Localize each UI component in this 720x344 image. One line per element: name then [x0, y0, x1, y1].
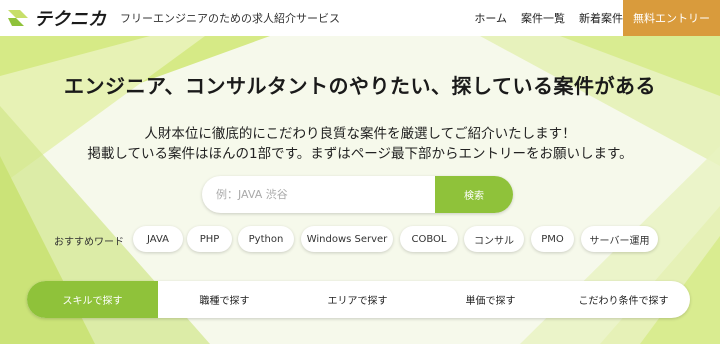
logo-text: テクニカ [34, 9, 106, 30]
main-nav: ホーム 案件一覧 新着案件 [460, 0, 623, 36]
keyword-chip-python[interactable]: Python [238, 226, 294, 252]
search-button[interactable]: 検索 [435, 176, 513, 213]
tab-search-by-skill[interactable]: スキルで探す [27, 281, 158, 318]
search-input[interactable] [202, 176, 435, 213]
tab-search-by-rate[interactable]: 単価で探す [424, 281, 557, 318]
free-entry-button[interactable]: 無料エントリー [623, 0, 720, 36]
keyword-chip-cobol[interactable]: COBOL [400, 226, 458, 252]
hero-description: 人財本位に徹底的にこだわり良質な案件を厳選してご紹介いたします！ 掲載している案… [0, 124, 720, 164]
hero-headline: エンジニア、コンサルタントのやりたい、探している案件がある [64, 74, 656, 98]
keyword-chip-consulting[interactable]: コンサル [464, 226, 524, 252]
search-category-tabs: スキルで探す 職種で探す エリアで探す 単価で探す こだわり条件で探す [27, 281, 690, 318]
keyword-chip-php[interactable]: PHP [187, 226, 232, 252]
tagline: フリーエンジニアのための求人紹介サービス [120, 12, 340, 25]
recommended-keywords: おすすめワード JAVA PHP Python Windows Server C… [0, 226, 720, 252]
nav-job-list[interactable]: 案件一覧 [521, 10, 565, 26]
logo-mark-icon [6, 6, 30, 30]
keyword-chip-windows-server[interactable]: Windows Server [301, 226, 393, 252]
hero-description-line-1: 人財本位に徹底的にこだわり良質な案件を厳選してご紹介いたします！ [144, 126, 576, 142]
tab-search-by-conditions[interactable]: こだわり条件で探す [557, 281, 690, 318]
nav-home[interactable]: ホーム [474, 10, 507, 26]
keyword-chip-java[interactable]: JAVA [133, 226, 183, 252]
search-bar: 検索 [202, 176, 513, 213]
keyword-chip-pmo[interactable]: PMO [531, 226, 574, 252]
tab-search-by-area[interactable]: エリアで探す [291, 281, 424, 318]
tab-search-by-job-type[interactable]: 職種で探す [158, 281, 291, 318]
hero-description-line-2: 掲載している案件はほんの1部です。まずはページ最下部からエントリーをお願いします… [87, 146, 633, 162]
site-header: テクニカ フリーエンジニアのための求人紹介サービス ホーム 案件一覧 新着案件 … [0, 0, 720, 36]
keywords-label: おすすめワード [54, 237, 124, 248]
keyword-chip-server-operation[interactable]: サーバー運用 [581, 226, 658, 252]
nav-new-jobs[interactable]: 新着案件 [579, 10, 623, 26]
hero-section: エンジニア、コンサルタントのやりたい、探している案件がある 人財本位に徹底的にこ… [0, 36, 720, 344]
logo[interactable]: テクニカ [6, 5, 106, 31]
